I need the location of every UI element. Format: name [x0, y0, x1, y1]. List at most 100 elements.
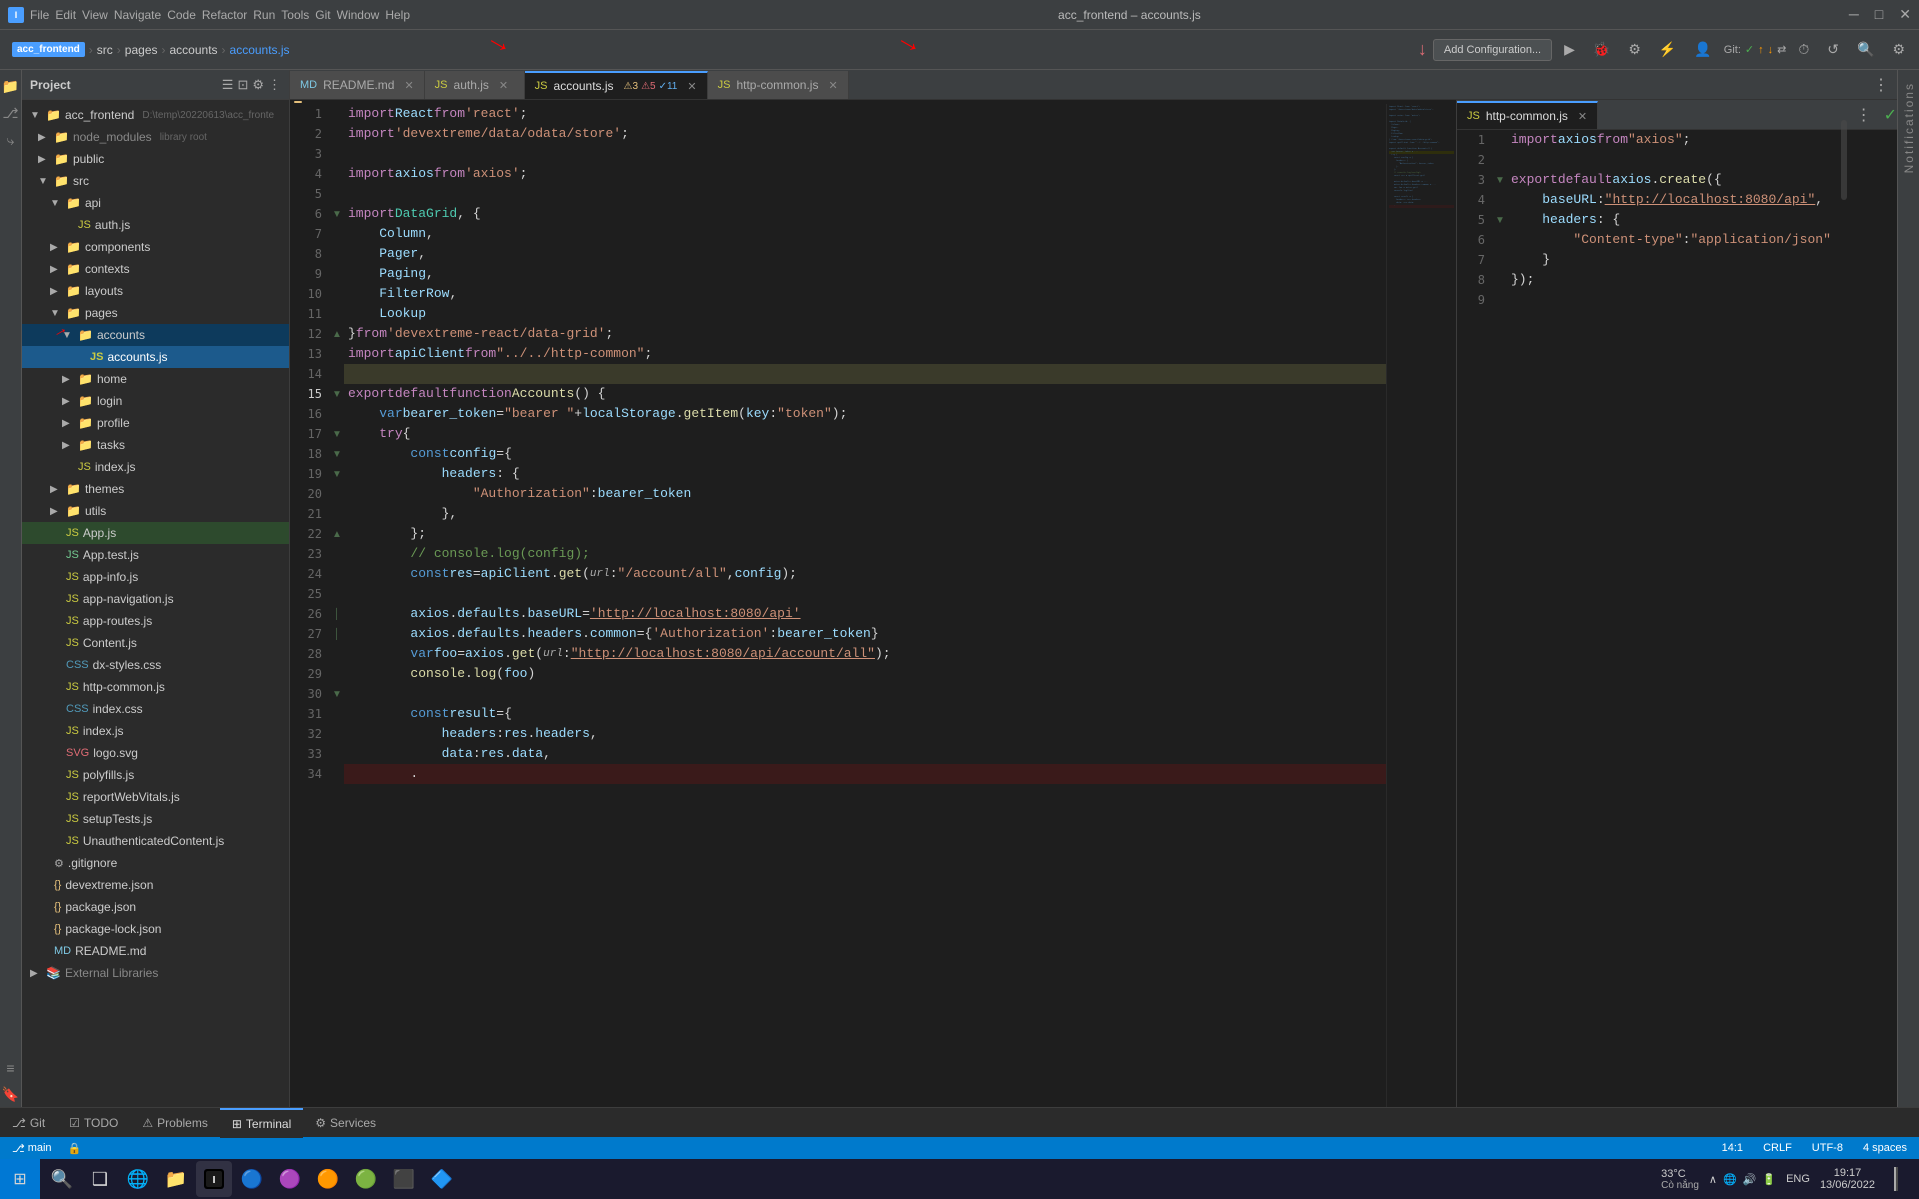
right-code-content[interactable]: import axios from "axios"; export defaul…	[1507, 130, 1897, 1107]
taskbar-app-figma[interactable]: 🟠	[310, 1161, 346, 1197]
sidebar-item-Content.js[interactable]: ▶ JS Content.js	[22, 632, 289, 654]
add-configuration-button[interactable]: Add Configuration...	[1433, 39, 1552, 61]
weather-status[interactable]: 33°C Cò nắng	[1657, 1168, 1703, 1191]
fold-6[interactable]: ▼	[330, 204, 344, 224]
tab-http-common.js[interactable]: JS http-common.js ✕	[708, 71, 849, 99]
lock-status[interactable]: 🔒	[64, 1142, 86, 1155]
sidebar-item-App.js[interactable]: ▶ JS App.js	[22, 522, 289, 544]
sidebar-item-layouts[interactable]: ▶ 📁 layouts	[22, 280, 289, 302]
down-arrow-icon[interactable]: ↓	[1418, 39, 1427, 60]
right-tabs-more[interactable]: ⋮	[1848, 105, 1880, 125]
sidebar-item-src[interactable]: ▼ 📁 src	[22, 170, 289, 192]
bottom-tab-problems[interactable]: ⚠ Problems	[130, 1108, 219, 1138]
fold-17[interactable]: ▼	[330, 424, 344, 444]
settings-button[interactable]: ⚙	[1886, 37, 1911, 62]
sidebar-item-api[interactable]: ▼ 📁 api	[22, 192, 289, 214]
sidebar-item-accounts[interactable]: ▼ 📁 accounts →	[22, 324, 289, 346]
language-selector[interactable]: ENG	[1782, 1173, 1814, 1185]
breadcrumb-pages[interactable]: pages	[125, 43, 158, 57]
tab-accounts.js[interactable]: JS accounts.js ⚠3 ⚠5 ✓11 ✕	[525, 71, 708, 99]
maximize-button[interactable]: □	[1875, 6, 1883, 23]
fold-18[interactable]: ▼	[330, 444, 344, 464]
menu-refactor[interactable]: Refactor	[202, 8, 247, 22]
sidebar-more-icon[interactable]: ⋮	[268, 77, 281, 93]
sidebar-item-logo.svg[interactable]: ▶ SVG logo.svg	[22, 742, 289, 764]
sidebar-item-http-common.js[interactable]: ▶ JS http-common.js	[22, 676, 289, 698]
taskbar-app-other[interactable]: 🔷	[424, 1161, 460, 1197]
git-branch-status[interactable]: ⎇ main	[8, 1142, 56, 1155]
sidebar-item-src-index.js[interactable]: ▶ JS index.js	[22, 720, 289, 742]
menu-view[interactable]: View	[82, 8, 108, 22]
menu-file[interactable]: File	[30, 8, 49, 22]
sidebar-item-app-navigation.js[interactable]: ▶ JS app-navigation.js	[22, 588, 289, 610]
breadcrumb-src[interactable]: src	[97, 43, 113, 57]
sidebar-collapse-icon[interactable]: ⊡	[237, 77, 248, 93]
tab-close-accounts[interactable]: ✕	[687, 80, 696, 93]
build-button[interactable]: ⚙	[1622, 37, 1647, 62]
minimize-button[interactable]: ─	[1849, 6, 1859, 23]
menu-git[interactable]: Git	[315, 8, 330, 22]
sidebar-item-polyfills.js[interactable]: ▶ JS polyfills.js	[22, 764, 289, 786]
sidebar-item-UnauthenticatedContent.js[interactable]: ▶ JS UnauthenticatedContent.js	[22, 830, 289, 852]
sidebar-item-themes[interactable]: ▶ 📁 themes	[22, 478, 289, 500]
sidebar-item-app-routes.js[interactable]: ▶ JS app-routes.js	[22, 610, 289, 632]
sidebar-item-App.test.js[interactable]: ▶ JS App.test.js	[22, 544, 289, 566]
sidebar-item-node_modules[interactable]: ▶ 📁 node_modules library root	[22, 126, 289, 148]
debug-button[interactable]: 🐞	[1587, 37, 1616, 62]
tab-auth.js[interactable]: JS auth.js ✕	[425, 71, 525, 99]
sidebar-item-contexts[interactable]: ▶ 📁 contexts	[22, 258, 289, 280]
sidebar-item-home[interactable]: ▶ 📁 home	[22, 368, 289, 390]
menu-tools[interactable]: Tools	[281, 8, 309, 22]
run-button[interactable]: ▶	[1558, 37, 1581, 62]
sidebar-item-public[interactable]: ▶ 📁 public	[22, 148, 289, 170]
tab-close-readme[interactable]: ✕	[404, 79, 413, 92]
sidebar-item-profile[interactable]: ▶ 📁 profile	[22, 412, 289, 434]
breadcrumb-accounts[interactable]: accounts	[170, 43, 218, 57]
taskbar-intellij[interactable]: I	[196, 1161, 232, 1197]
sidebar-item-external-libraries[interactable]: ▶ 📚 External Libraries	[22, 962, 289, 984]
encoding[interactable]: UTF-8	[1808, 1142, 1847, 1154]
fold-31[interactable]: ▼	[330, 684, 344, 704]
search-button[interactable]: 🔍	[1851, 37, 1880, 62]
pull-requests-icon[interactable]: ⤷	[5, 128, 17, 153]
volume-icon[interactable]: 🔊	[1743, 1173, 1757, 1186]
bottom-tab-services[interactable]: ⚙ Services	[303, 1108, 388, 1138]
close-button[interactable]: ✕	[1899, 6, 1911, 23]
menu-edit[interactable]: Edit	[55, 8, 76, 22]
sidebar-item-reportWebVitals.js[interactable]: ▶ JS reportWebVitals.js	[22, 786, 289, 808]
bottom-tab-todo[interactable]: ☑ TODO	[57, 1108, 130, 1138]
notifications-label[interactable]: Notifications	[1900, 74, 1918, 181]
sidebar-item-pages[interactable]: ▼ 📁 pages	[22, 302, 289, 324]
tab-README.md[interactable]: MD README.md ✕	[290, 71, 425, 99]
history-button[interactable]: ⏱	[1792, 37, 1815, 62]
system-clock[interactable]: 19:17 13/06/2022	[1820, 1167, 1875, 1191]
line-ending[interactable]: CRLF	[1759, 1142, 1796, 1154]
coverage-button[interactable]: ⚡	[1653, 37, 1682, 62]
cursor-position[interactable]: 14:1	[1718, 1142, 1747, 1154]
show-desktop-button[interactable]	[1881, 1161, 1911, 1197]
sidebar-item-tasks[interactable]: ▶ 📁 tasks	[22, 434, 289, 456]
bottom-tab-git[interactable]: ⎇ Git	[0, 1108, 57, 1138]
structure-icon[interactable]: ≡	[4, 1056, 16, 1080]
profile-button[interactable]: 👤	[1688, 37, 1717, 62]
tray-up-arrow[interactable]: ∧	[1709, 1173, 1717, 1186]
tree-root[interactable]: ▼ 📁 acc_frontend D:\temp\20220613\acc_fr…	[22, 104, 289, 126]
sidebar-item-package.json[interactable]: ▶ {} package.json	[22, 896, 289, 918]
code-content[interactable]: import React from 'react'; import 'devex…	[344, 104, 1386, 1107]
taskbar-taskview[interactable]: ❑	[82, 1161, 118, 1197]
commit-icon[interactable]: ⎇	[0, 101, 20, 126]
sidebar-item-utils[interactable]: ▶ 📁 utils	[22, 500, 289, 522]
menu-run[interactable]: Run	[253, 8, 275, 22]
menu-window[interactable]: Window	[337, 8, 380, 22]
right-tab-http-common.js[interactable]: JS http-common.js ✕	[1457, 101, 1598, 129]
sidebar-item-devextreme.json[interactable]: ▶ {} devextreme.json	[22, 874, 289, 896]
breadcrumb-file[interactable]: accounts.js	[230, 43, 290, 57]
tab-close-http[interactable]: ✕	[828, 79, 837, 92]
right-tab-close-http[interactable]: ✕	[1578, 110, 1587, 123]
sidebar-item-pages-index.js[interactable]: ▶ JS index.js	[22, 456, 289, 478]
taskbar-edge[interactable]: 🌐	[120, 1161, 156, 1197]
fold-19[interactable]: ▼	[330, 464, 344, 484]
indent[interactable]: 4 spaces	[1859, 1142, 1911, 1154]
taskbar-explorer[interactable]: 📁	[158, 1161, 194, 1197]
sidebar-item-accounts.js[interactable]: ▶ JS accounts.js	[22, 346, 289, 368]
